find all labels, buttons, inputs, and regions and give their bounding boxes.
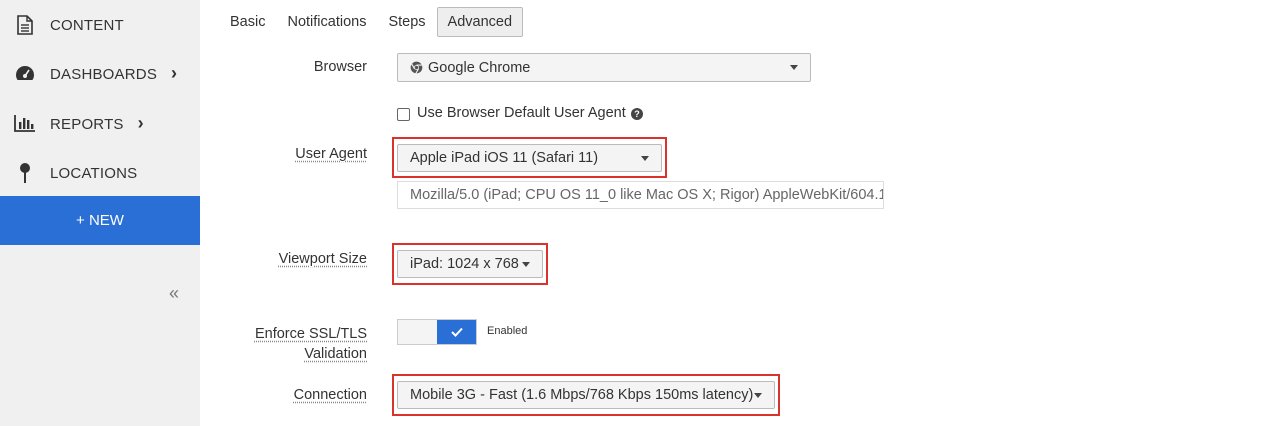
sidebar-item-label: LOCATIONS (50, 164, 138, 182)
chevron-down-icon (754, 392, 762, 398)
use-default-ua-label: Use Browser Default User Agent (417, 105, 626, 121)
viewport-size-select[interactable]: iPad: 1024 x 768 (397, 250, 543, 278)
sidebar-item-dashboards[interactable]: DASHBOARDS › (0, 48, 200, 98)
chrome-icon (410, 61, 423, 74)
chevron-right-icon: › (171, 62, 178, 83)
sidebar-item-content[interactable]: CONTENT (0, 0, 200, 50)
help-icon[interactable]: ? (631, 108, 643, 120)
viewport-size-label: Viewport Size (278, 251, 367, 267)
browser-label: Browser (313, 59, 367, 75)
tab-steps[interactable]: Steps (388, 8, 425, 36)
document-icon (13, 13, 37, 37)
bar-chart-icon (13, 111, 37, 135)
tab-bar: Basic Notifications Steps Advanced (230, 7, 545, 37)
sidebar-item-label: DASHBOARDS › (50, 62, 178, 83)
ssl-validation-state: Enabled (487, 325, 528, 337)
connection-select[interactable]: Mobile 3G - Fast (1.6 Mbps/768 Kbps 150m… (397, 381, 775, 409)
dashboard-gauge-icon (13, 61, 37, 85)
sidebar-item-reports[interactable]: REPORTS › (0, 98, 200, 148)
ssl-validation-toggle[interactable] (397, 319, 477, 345)
sidebar-item-label: REPORTS › (50, 112, 144, 133)
viewport-size-select-value: iPad: 1024 x 768 (410, 256, 519, 272)
new-button[interactable]: + NEW (0, 196, 200, 245)
sidebar-item-label: CONTENT (50, 16, 124, 34)
tab-advanced[interactable]: Advanced (436, 7, 524, 37)
browser-select[interactable]: Google Chrome (397, 53, 811, 82)
browser-select-value: Google Chrome (428, 59, 531, 76)
ssl-validation-label-line2: Validation (304, 346, 367, 362)
collapse-sidebar-icon[interactable]: « (169, 283, 179, 304)
map-pin-icon (13, 161, 37, 185)
chevron-right-icon: › (137, 112, 144, 133)
chevron-down-icon (790, 65, 798, 70)
user-agent-select[interactable]: Apple iPad iOS 11 (Safari 11) (397, 144, 662, 172)
sidebar-item-locations[interactable]: LOCATIONS (0, 148, 200, 198)
connection-select-value: Mobile 3G - Fast (1.6 Mbps/768 Kbps 150m… (410, 387, 754, 403)
toggle-on-segment (437, 320, 476, 344)
chevron-down-icon (641, 155, 649, 161)
use-default-ua-checkbox[interactable] (397, 108, 410, 121)
chevron-down-icon (522, 261, 530, 267)
sidebar: CONTENT DASHBOARDS › REPORTS › LOCATIONS +… (0, 0, 200, 426)
ssl-validation-label-line1: Enforce SSL/TLS (254, 326, 367, 342)
user-agent-select-value: Apple iPad iOS 11 (Safari 11) (410, 150, 599, 166)
connection-label: Connection (293, 387, 367, 403)
checkmark-icon (450, 327, 463, 337)
tab-basic[interactable]: Basic (230, 8, 265, 36)
tab-notifications[interactable]: Notifications (287, 8, 366, 36)
user-agent-string-field[interactable]: Mozilla/5.0 (iPad; CPU OS 11_0 like Mac … (397, 181, 884, 209)
user-agent-label: User Agent (295, 146, 367, 162)
